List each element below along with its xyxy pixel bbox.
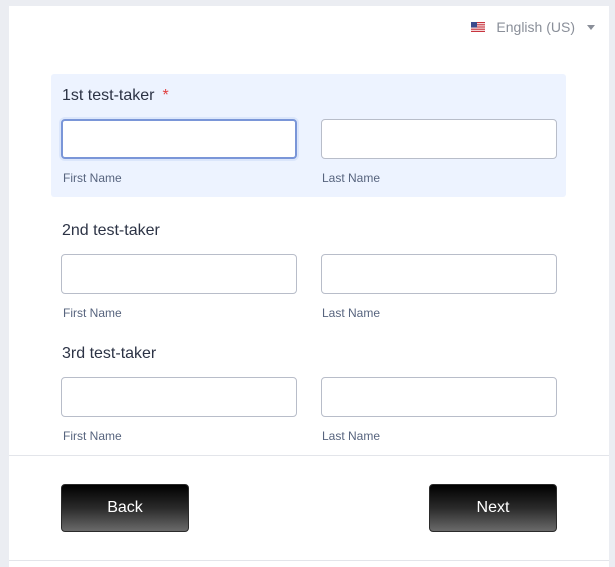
test-taker-3-first-name-input[interactable] [61, 377, 297, 417]
test-taker-2-last-name-input[interactable] [321, 254, 557, 294]
test-taker-2-last-name-sublabel: Last Name [322, 306, 381, 320]
bottom-divider [9, 560, 609, 561]
test-taker-1-title: 1st test-taker * [62, 87, 169, 105]
required-asterisk: * [162, 87, 169, 104]
language-label: English (US) [496, 19, 575, 35]
test-taker-1-last-name-input[interactable] [321, 119, 557, 159]
test-taker-1-first-name-input[interactable] [61, 119, 297, 159]
test-taker-2-first-name-input[interactable] [61, 254, 297, 294]
form-card: English (US) 1st test-taker * First Name … [9, 6, 609, 567]
test-taker-2-first-name-sublabel: First Name [63, 306, 122, 320]
back-button[interactable]: Back [61, 484, 189, 532]
test-taker-2-section: 2nd test-taker First Name Last Name [51, 209, 566, 329]
test-taker-2-title: 2nd test-taker [62, 222, 160, 239]
test-taker-1-section: 1st test-taker * First Name Last Name [51, 74, 566, 197]
footer-divider [9, 455, 609, 456]
test-taker-1-label: 1st test-taker [62, 87, 155, 104]
test-taker-3-section: 3rd test-taker First Name Last Name [51, 332, 566, 452]
language-selector[interactable]: English (US) [471, 19, 595, 35]
chevron-down-icon[interactable] [587, 25, 595, 30]
test-taker-3-first-name-sublabel: First Name [63, 429, 122, 443]
test-taker-3-last-name-sublabel: Last Name [322, 429, 381, 443]
us-flag-icon [471, 22, 486, 32]
test-taker-3-title: 3rd test-taker [62, 345, 157, 362]
test-taker-1-last-name-sublabel: Last Name [322, 171, 381, 185]
test-taker-1-first-name-sublabel: First Name [63, 171, 122, 185]
test-taker-3-last-name-input[interactable] [321, 377, 557, 417]
next-button[interactable]: Next [429, 484, 557, 532]
